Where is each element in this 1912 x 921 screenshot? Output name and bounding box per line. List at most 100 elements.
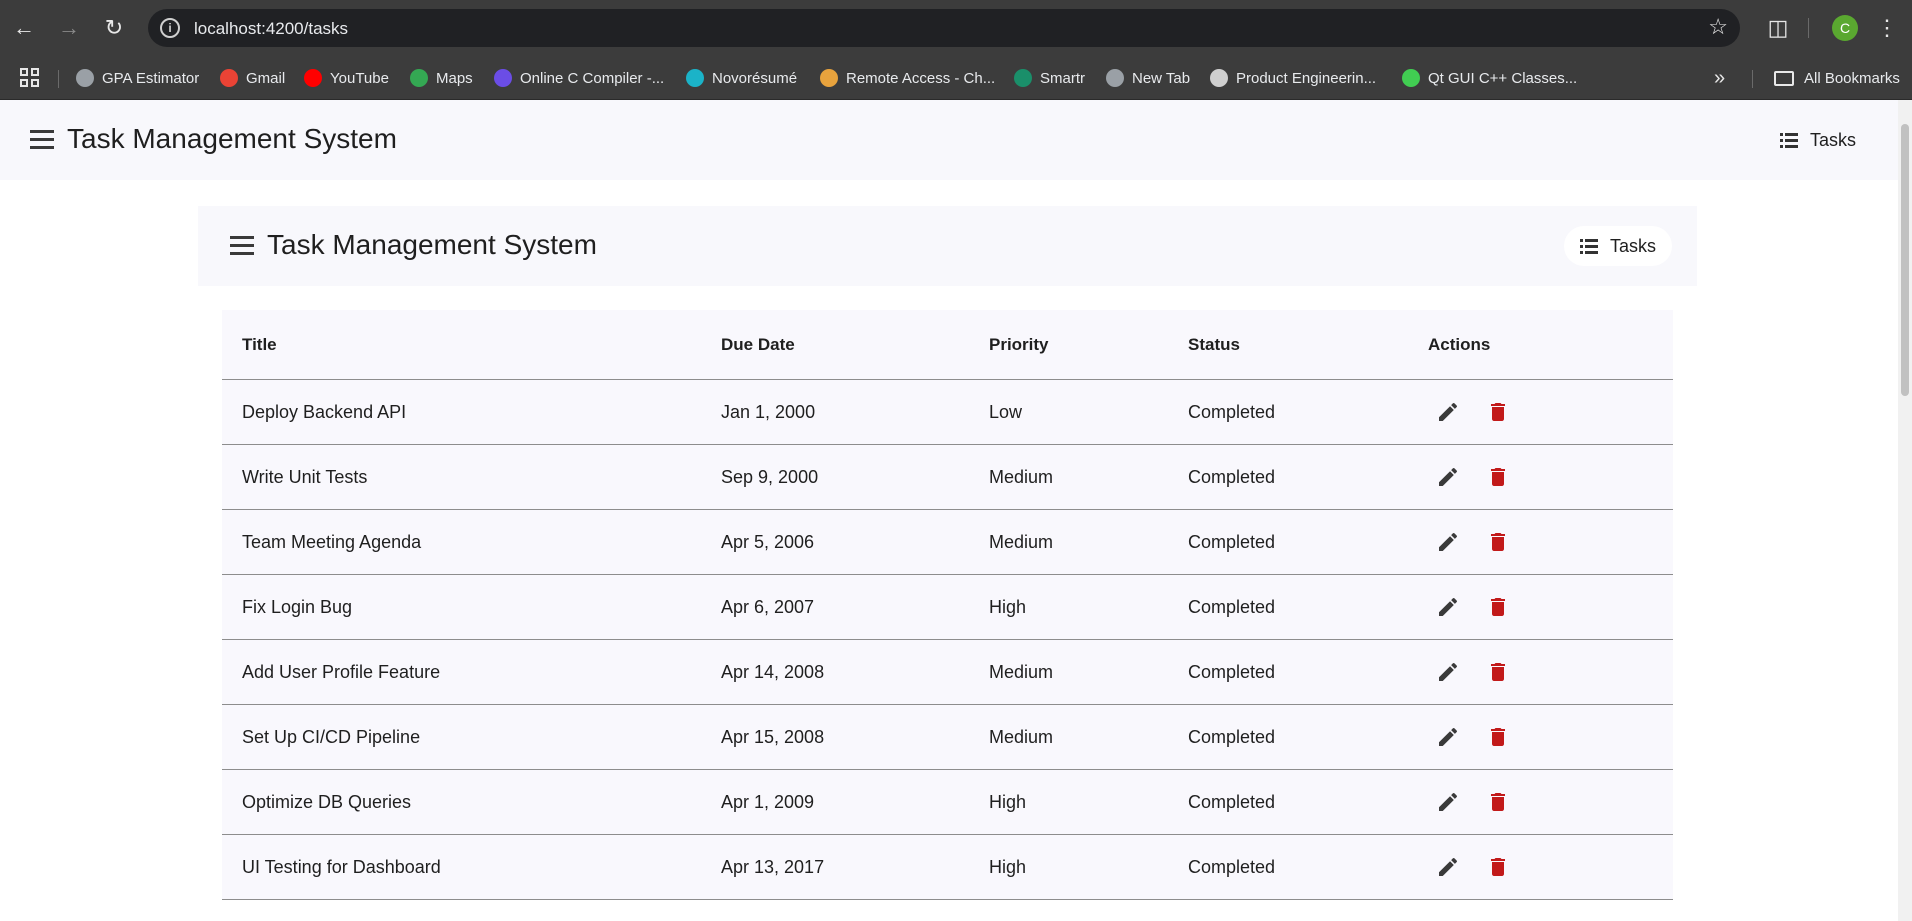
cell-actions [1428,640,1528,704]
bookmark-favicon-icon [1014,69,1032,87]
table-row: Team Meeting Agenda Apr 5, 2006 Medium Comp… [222,510,1673,575]
header-actions: Actions [1428,334,1491,354]
inner-toolbar: Task Management System Tasks [198,206,1697,286]
cell-actions [1428,705,1528,769]
app-title: Task Management System [67,123,397,154]
delete-icon[interactable] [1478,652,1518,692]
delete-icon[interactable] [1478,782,1518,822]
edit-icon[interactable] [1428,782,1468,822]
tasks-nav-label: Tasks [1610,235,1657,256]
cell-title: UI Testing for Dashboard [242,856,441,877]
site-info-icon[interactable]: i [160,18,180,38]
inner-title: Task Management System [267,229,597,260]
table-row: Write Unit Tests Sep 9, 2000 Medium Complet… [222,445,1673,510]
bookmark-label: Online C Compiler -... [520,69,665,87]
delete-icon[interactable] [1478,457,1518,497]
cell-priority: High [989,596,1027,617]
cell-priority: Low [989,401,1023,422]
edit-icon[interactable] [1428,522,1468,562]
cell-actions [1428,445,1528,509]
delete-icon[interactable] [1478,587,1518,627]
header-priority[interactable]: Priority [989,310,1049,379]
bookmark-item[interactable]: Online C Compiler -... [494,56,664,100]
cell-title: Team Meeting Agenda [242,531,422,552]
url-text[interactable]: localhost:4200/tasks [194,19,348,39]
bookmark-label: New Tab [1132,69,1191,87]
bookmark-item[interactable]: YouTube [304,56,389,100]
forward-icon[interactable]: → [55,14,83,42]
profile-avatar[interactable]: C [1832,15,1858,41]
edit-icon[interactable] [1428,652,1468,692]
cell-title: Set Up CI/CD Pipeline [242,726,421,747]
browser-menu-icon[interactable]: ⋮ [1876,14,1898,42]
extensions-icon[interactable]: ◫ [1764,14,1792,42]
cell-status: Completed [1188,856,1276,877]
bookmark-item[interactable]: New Tab [1106,56,1190,100]
bookmark-item[interactable]: Remote Access - Ch... [820,56,995,100]
tasks-table: Title Due Date Priority Status Actions D… [222,310,1673,900]
bookmark-item[interactable]: Maps [410,56,473,100]
cell-status: Completed [1188,726,1276,747]
bookmark-label: Maps [436,69,473,87]
cell-actions [1428,575,1528,639]
cell-due-date: Apr 1, 2009 [721,791,815,812]
header-status[interactable]: Status [1188,310,1240,379]
bookmark-item[interactable]: Qt GUI C++ Classes... [1402,56,1577,100]
cell-status: Completed [1188,466,1276,487]
cell-due-date: Apr 5, 2006 [721,531,815,552]
cell-due-date: Apr 14, 2008 [721,661,825,682]
edit-icon[interactable] [1428,847,1468,887]
apps-grid-icon[interactable] [20,68,40,88]
address-bar[interactable]: i localhost:4200/tasks ☆ [148,9,1740,47]
cell-actions [1428,770,1528,834]
scrollbar-thumb[interactable] [1901,124,1909,396]
cell-due-date: Apr 15, 2008 [721,726,825,747]
edit-icon[interactable] [1428,392,1468,432]
cell-status: Completed [1188,401,1276,422]
cell-due-date: Sep 9, 2000 [721,466,819,487]
more-bookmarks-icon[interactable]: » [1714,56,1725,100]
bookmark-favicon-icon [494,69,512,87]
cell-status: Completed [1188,531,1276,552]
cell-actions [1428,835,1528,899]
cell-priority: High [989,856,1027,877]
menu-icon[interactable] [230,236,256,256]
browser-toolbar: ← → ↻ i localhost:4200/tasks ☆ ◫ C ⋮ [0,0,1912,56]
page-viewport: Task Management System Tasks Task Manage… [0,100,1898,921]
bookmark-item[interactable]: Smartr [1014,56,1085,100]
header-title[interactable]: Title [242,310,277,379]
cell-title: Add User Profile Feature [242,661,441,682]
cell-status: Completed [1188,596,1276,617]
bookmark-item[interactable]: GPA Estimator [76,56,199,100]
list-icon [1780,133,1798,148]
bookmarks-bar: GPA Estimator Gmail YouTube Maps Online C Co… [0,56,1912,100]
tasks-nav-button[interactable]: Tasks [1564,226,1673,266]
delete-icon[interactable] [1478,522,1518,562]
delete-icon[interactable] [1478,392,1518,432]
bookmark-label: Smartr [1040,69,1085,87]
bookmark-item[interactable]: Novorésumé [686,56,797,100]
bookmark-favicon-icon [1106,69,1124,87]
delete-icon[interactable] [1478,717,1518,757]
tasks-nav-button[interactable]: Tasks [1764,120,1872,160]
back-icon[interactable]: ← [10,14,38,42]
bookmark-label: Gmail [246,69,286,87]
cell-due-date: Jan 1, 2000 [721,401,816,422]
edit-icon[interactable] [1428,587,1468,627]
table-row: Add User Profile Feature Apr 14, 2008 Medi… [222,640,1673,705]
bookmark-item[interactable]: Gmail [220,56,285,100]
page-scrollbar[interactable] [1898,100,1912,921]
cell-priority: Medium [989,466,1054,487]
bookmark-item[interactable]: Product Engineerin... [1210,56,1376,100]
bookmark-star-icon[interactable]: ☆ [1708,14,1728,40]
delete-icon[interactable] [1478,847,1518,887]
menu-icon[interactable] [30,130,56,150]
cell-actions [1428,380,1528,444]
bookmarks-divider [58,70,59,88]
edit-icon[interactable] [1428,457,1468,497]
header-due-date[interactable]: Due Date [721,310,795,379]
reload-icon[interactable]: ↻ [100,14,128,42]
all-bookmarks-link[interactable]: All Bookmarks [1804,56,1900,100]
edit-icon[interactable] [1428,717,1468,757]
cell-title: Optimize DB Queries [242,791,412,812]
